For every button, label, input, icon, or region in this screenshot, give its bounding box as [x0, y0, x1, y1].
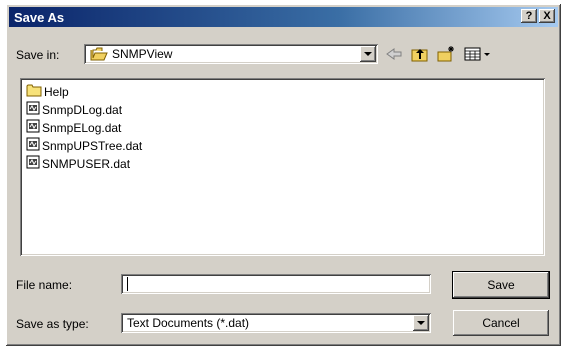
dialog-title: Save As — [14, 10, 65, 25]
up-folder-icon[interactable] — [409, 45, 431, 65]
file-name-input[interactable] — [121, 274, 431, 294]
file-list[interactable]: Help SnmpDLog.dat SnmpELog.dat SnmpUPSTr… — [20, 78, 545, 256]
save-as-type-dropdown-button[interactable] — [413, 315, 429, 331]
list-item[interactable]: SnmpELog.dat — [26, 119, 121, 137]
file-icon — [26, 137, 40, 156]
file-name: SnmpELog.dat — [42, 121, 122, 135]
list-item[interactable]: SnmpDLog.dat — [26, 101, 122, 119]
folder-icon — [26, 83, 42, 102]
save-as-type-value: Text Documents (*.dat) — [127, 316, 250, 330]
new-folder-icon[interactable] — [435, 45, 457, 65]
list-item[interactable]: SnmpUPSTree.dat — [26, 137, 142, 155]
file-icon — [26, 119, 40, 138]
close-button[interactable]: X — [539, 9, 555, 23]
file-icon — [26, 101, 40, 120]
back-arrow-icon[interactable] — [383, 45, 405, 65]
save-in-dropdown-button[interactable] — [360, 46, 376, 62]
cancel-button[interactable]: Cancel — [453, 310, 549, 336]
file-name: SNMPUSER.dat — [42, 157, 131, 171]
file-name-label: File name: — [16, 278, 73, 292]
save-as-type-combo[interactable]: Text Documents (*.dat) — [121, 313, 431, 333]
title-bar[interactable]: Save As ? X — [9, 7, 558, 27]
text-caret — [127, 277, 128, 291]
list-item[interactable]: Help — [26, 83, 69, 101]
save-as-type-label: Save as type: — [16, 317, 89, 331]
save-in-combo[interactable]: SNMPView — [84, 44, 378, 64]
save-button[interactable]: Save — [453, 272, 549, 298]
list-item[interactable]: SNMPUSER.dat — [26, 155, 130, 173]
file-icon — [26, 155, 40, 174]
save-in-value: SNMPView — [112, 47, 173, 61]
file-name: SnmpDLog.dat — [42, 103, 123, 117]
file-name: Help — [44, 85, 69, 99]
help-button[interactable]: ? — [521, 9, 537, 23]
file-name: SnmpUPSTree.dat — [42, 139, 143, 153]
view-menu-icon[interactable] — [463, 45, 493, 65]
save-as-dialog: Save As ? X Save in: SNMPView Help SnmpD… — [6, 4, 561, 346]
folder-open-icon — [90, 47, 108, 64]
save-in-label: Save in: — [16, 48, 60, 62]
